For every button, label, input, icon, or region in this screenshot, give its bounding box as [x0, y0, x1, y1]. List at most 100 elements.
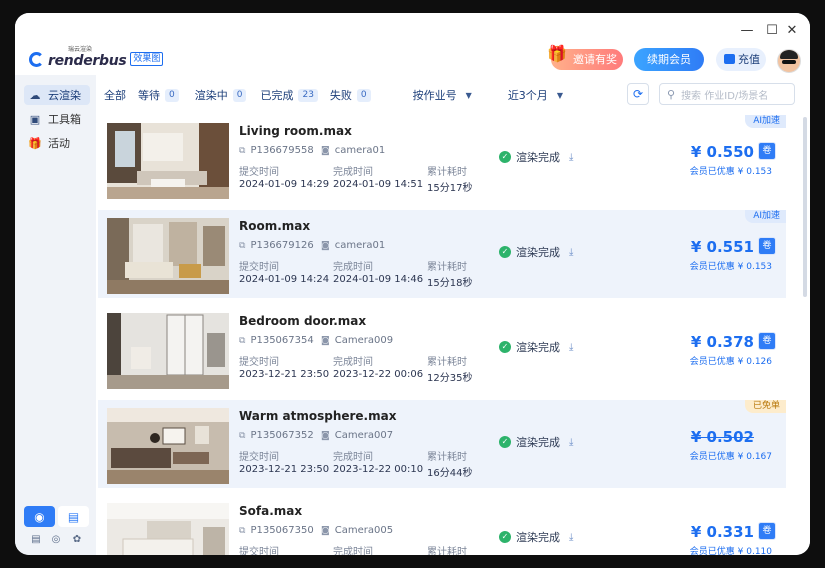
filter-done-label: 已完成 — [260, 89, 294, 102]
document-button[interactable]: ▤ — [58, 506, 89, 527]
filter-done[interactable]: 已完成 23 — [260, 87, 318, 103]
period-label: 近3个月 — [507, 89, 548, 102]
submit-time-label: 提交时间 — [239, 167, 279, 178]
download-icon[interactable]: ⤓ — [569, 437, 573, 448]
title-bar: 瑞云渲染 renderbus 效果图 — ☐ ✕ 🎁 邀请有奖 续期会员 充值 — [15, 13, 810, 75]
job-row[interactable]: Sofa.max ⧉ P135067350 ◙ Camera005 提交时间 完成时… — [98, 495, 786, 555]
job-id-value: P135067350 — [250, 525, 314, 536]
render-thumbnail — [107, 408, 229, 484]
search-box[interactable]: ⚲ 搜索 作业ID/场景名 — [659, 83, 795, 105]
member-discount: 会员已优惠 ¥ 0.167 — [689, 452, 772, 462]
job-file-name: Room.max — [239, 219, 311, 233]
free-order-badge: 已免单 — [744, 400, 786, 413]
chevron-down-icon: ▼ — [465, 90, 472, 100]
render-thumbnail — [107, 313, 229, 389]
invite-reward-button[interactable]: 🎁 邀请有奖 — [547, 44, 623, 70]
job-row[interactable]: Room.max ⧉ P136679126 ◙ camera01 提交时间 完成时间… — [98, 210, 786, 298]
close-button[interactable]: ✕ — [783, 23, 801, 38]
submit-time-value: 2024-01-09 14:29 — [239, 179, 330, 190]
coupon-icon[interactable]: 卷 — [758, 522, 776, 540]
settings-icon[interactable]: ✿ — [70, 533, 84, 547]
job-row[interactable]: Living room.max ⧉ P136679558 ◙ camera01 提交… — [98, 115, 786, 203]
copy-icon[interactable]: ⧉ — [239, 431, 245, 441]
job-id-value: P136679558 — [250, 145, 314, 156]
sidebar-item-toolbox[interactable]: ▣ 工具箱 — [24, 109, 90, 129]
coupon-icon[interactable]: 卷 — [758, 142, 776, 160]
sidebar-item-cloud-render[interactable]: ☁ 云渲染 — [24, 85, 90, 105]
download-icon[interactable]: ⤓ — [569, 532, 573, 543]
download-icon[interactable]: ⤓ — [569, 247, 573, 258]
check-icon: ✓ — [499, 436, 511, 448]
elapsed-time-label: 累计耗时 — [427, 452, 467, 463]
user-avatar[interactable] — [777, 49, 801, 73]
camera-icon: ◙ — [321, 240, 330, 251]
search-input[interactable]: 搜索 作业ID/场景名 — [681, 87, 768, 102]
maximize-button[interactable]: ☐ — [763, 23, 781, 38]
sidebar: ☁ 云渲染 ▣ 工具箱 🎁 活动 ◉ ▤ ▤ ◎ ✿ — [15, 75, 96, 555]
coupon-icon[interactable]: 卷 — [758, 237, 776, 255]
job-row[interactable]: Warm atmosphere.max ⧉ P135067352 ◙ Camera0… — [98, 400, 786, 488]
refresh-button[interactable]: ⟳ — [627, 83, 649, 105]
complete-time-label: 完成时间 — [333, 167, 373, 178]
job-file-name: Living room.max — [239, 124, 352, 138]
download-icon[interactable]: ⤓ — [569, 342, 573, 353]
job-id-value: P135067354 — [250, 335, 314, 346]
check-icon: ✓ — [499, 531, 511, 543]
status-label: 渲染完成 — [516, 246, 560, 259]
period-dropdown[interactable]: 近3个月 ▼ — [508, 87, 563, 103]
app-window: 瑞云渲染 renderbus 效果图 — ☐ ✕ 🎁 邀请有奖 续期会员 充值 … — [15, 13, 810, 555]
copy-icon[interactable]: ⧉ — [239, 146, 245, 156]
job-id-value: P136679126 — [250, 240, 314, 251]
elapsed-time-value: 16分44秒 — [427, 468, 473, 479]
filter-all[interactable]: 全部 — [104, 87, 126, 103]
minimize-button[interactable]: — — [738, 23, 756, 38]
complete-time-value: 2023-12-22 00:06 — [333, 369, 424, 380]
sidebar-item-activity[interactable]: 🎁 活动 — [24, 133, 90, 153]
waiting-count: 0 — [165, 88, 179, 102]
file-icon[interactable]: ▤ — [29, 533, 43, 547]
sidebar-item-label: 活动 — [48, 137, 70, 150]
submit-time-value: 2023-12-21 23:50 — [239, 369, 330, 380]
coupon-icon[interactable]: 卷 — [758, 332, 776, 350]
member-discount: 会员已优惠 ¥ 0.126 — [689, 357, 772, 367]
complete-time-value: 2024-01-09 14:46 — [333, 274, 424, 285]
camera-icon: ◙ — [321, 430, 330, 441]
filter-failed[interactable]: 失败 0 — [330, 87, 371, 103]
job-price: ¥ 0.331 — [690, 523, 754, 541]
support-button[interactable]: ◉ — [24, 506, 55, 527]
job-id: ⧉ P136679558 — [239, 145, 314, 156]
download-icon[interactable]: ⤓ — [569, 152, 573, 163]
search-icon: ⚲ — [667, 87, 676, 101]
logo-tag: 效果图 — [130, 52, 164, 66]
job-status: ✓ 渲染完成 ⤓ — [499, 244, 573, 260]
job-camera: ◙ Camera009 — [321, 335, 393, 346]
complete-time-value: 2024-01-09 14:51 — [333, 179, 424, 190]
recharge-button[interactable]: 充值 — [716, 48, 766, 71]
copy-icon[interactable]: ⧉ — [239, 241, 245, 251]
filter-rendering[interactable]: 渲染中 0 — [195, 87, 247, 103]
filter-all-label: 全部 — [104, 89, 126, 102]
render-thumbnail — [107, 503, 229, 555]
job-camera-value: Camera009 — [334, 335, 394, 346]
filter-rendering-label: 渲染中 — [194, 89, 228, 102]
job-camera-value: camera01 — [334, 240, 386, 251]
copy-icon[interactable]: ⧉ — [239, 336, 245, 346]
renew-membership-button[interactable]: 续期会员 — [634, 48, 704, 71]
job-row[interactable]: Bedroom door.max ⧉ P135067354 ◙ Camera009 … — [98, 305, 786, 393]
filter-waiting-label: 等待 — [138, 89, 160, 102]
render-thumbnail — [107, 218, 229, 294]
submit-time-value: 2023-12-21 23:50 — [239, 464, 330, 475]
job-number-sort-dropdown[interactable]: 按作业号 ▼ — [413, 87, 472, 103]
camera-icon: ◙ — [321, 145, 330, 156]
copy-icon[interactable]: ⧉ — [239, 526, 245, 536]
job-id: ⧉ P135067354 — [239, 335, 314, 346]
done-count: 23 — [298, 88, 318, 102]
job-list-panel: 全部 等待 0 渲染中 0 已完成 23 失败 0 按作业号 ▼ 近3个月 ▼ ⟳ ⚲ 搜索… — [96, 75, 810, 555]
job-price: ¥ 0.551 — [690, 238, 754, 256]
filter-waiting[interactable]: 等待 0 — [138, 87, 179, 103]
elapsed-time-value: 15分17秒 — [427, 183, 473, 194]
status-label: 渲染完成 — [516, 531, 560, 544]
submit-time-label: 提交时间 — [239, 357, 279, 368]
globe-icon[interactable]: ◎ — [49, 533, 63, 547]
scrollbar[interactable] — [803, 117, 807, 297]
